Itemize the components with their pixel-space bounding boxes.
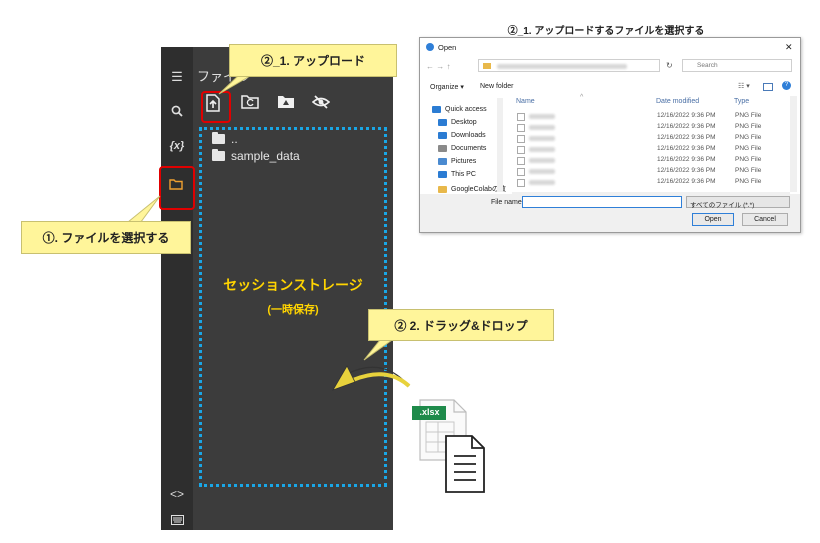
pc-icon xyxy=(438,171,447,178)
nav-item-desktop[interactable]: Desktop xyxy=(438,119,477,126)
refresh-icon[interactable]: ↻ xyxy=(666,61,673,70)
desktop-icon xyxy=(438,119,447,126)
nav-arrows-icon[interactable]: ← → ↑ xyxy=(426,62,450,71)
file-name-input[interactable] xyxy=(522,196,682,208)
dialog-title: Open xyxy=(438,43,457,52)
documents-icon xyxy=(438,145,447,152)
column-date[interactable]: Date modified xyxy=(656,98,699,105)
help-icon[interactable]: ? xyxy=(782,81,791,90)
open-button[interactable]: Open xyxy=(692,213,734,226)
nav-label: Downloads xyxy=(451,132,486,139)
star-icon xyxy=(432,106,441,113)
file-row[interactable]: 12/16/2022 9:36 PM PNG File xyxy=(517,145,787,155)
nav-item-this-pc[interactable]: This PC xyxy=(438,171,476,178)
file-date: 12/16/2022 9:36 PM xyxy=(657,178,716,185)
dialog-caption: ②_1. アップロードするファイルを選択する xyxy=(507,26,705,37)
file-date: 12/16/2022 9:36 PM xyxy=(657,134,716,141)
file-type-value: すべてのファイル (*.*) xyxy=(690,202,755,209)
callout-drag-drop: ② 2. ドラッグ&ドロップ xyxy=(368,309,554,341)
nav-item-colab-folder[interactable]: GoogleColabの教 xyxy=(438,184,506,194)
nav-item-documents[interactable]: Documents xyxy=(438,145,486,152)
file-date: 12/16/2022 9:36 PM xyxy=(657,167,716,174)
nav-label: Documents xyxy=(451,145,487,152)
nav-scrollbar[interactable] xyxy=(497,98,503,192)
callout-select-files: ①. ファイルを選択する xyxy=(21,221,191,254)
nav-item-pictures[interactable]: Pictures xyxy=(438,158,476,165)
file-date: 12/16/2022 9:36 PM xyxy=(657,112,716,119)
address-bar[interactable] xyxy=(478,59,660,72)
folder-icon xyxy=(438,185,447,193)
pictures-icon xyxy=(438,158,447,165)
callout-upload: ②_1. アップロード xyxy=(229,44,397,77)
file-type: PNG File xyxy=(735,178,762,185)
file-row[interactable]: 12/16/2022 9:36 PM PNG File xyxy=(517,167,787,177)
file-date: 12/16/2022 9:36 PM xyxy=(657,156,716,163)
xlsx-badge: .xlsx xyxy=(419,407,440,417)
file-name-label: File name: xyxy=(491,199,524,206)
nav-item-quick-access[interactable]: Quick access xyxy=(432,106,487,113)
search-placeholder: Search xyxy=(697,62,718,69)
file-row[interactable]: 12/16/2022 9:36 PM PNG File xyxy=(517,156,787,166)
organize-button[interactable]: Organize ▾ xyxy=(430,83,464,91)
file-list-scrollbar[interactable] xyxy=(790,96,797,192)
open-file-dialog: Open ✕ ← → ↑ ↻ Search Organize ▾ New fol… xyxy=(419,37,801,233)
file-type-select[interactable]: すべてのファイル (*.*) xyxy=(686,196,790,209)
new-folder-button[interactable]: New folder xyxy=(480,83,513,90)
file-row[interactable]: 12/16/2022 9:36 PM PNG File xyxy=(517,178,787,188)
download-icon xyxy=(438,132,447,139)
nav-label: Desktop xyxy=(451,119,477,126)
file-row[interactable]: 12/16/2022 9:36 PM PNG File xyxy=(517,134,787,144)
file-type: PNG File xyxy=(735,156,762,163)
file-type: PNG File xyxy=(735,134,762,141)
search-input[interactable]: Search xyxy=(682,59,792,72)
file-date: 12/16/2022 9:36 PM xyxy=(657,145,716,152)
nav-label: This PC xyxy=(451,171,476,178)
file-date: 12/16/2022 9:36 PM xyxy=(657,123,716,130)
file-type: PNG File xyxy=(735,167,762,174)
file-row[interactable]: 12/16/2022 9:36 PM PNG File xyxy=(517,123,787,133)
nav-label: Quick access xyxy=(445,106,487,113)
preview-pane-icon[interactable] xyxy=(763,83,773,91)
file-type: PNG File xyxy=(735,112,762,119)
file-type: PNG File xyxy=(735,145,762,152)
chrome-icon xyxy=(426,43,434,51)
nav-label: Pictures xyxy=(451,158,477,165)
view-options-icon[interactable]: ☷ ▾ xyxy=(738,82,750,90)
sort-icon: ^ xyxy=(580,94,584,101)
column-name[interactable]: Name xyxy=(516,98,535,105)
close-icon[interactable]: ✕ xyxy=(785,42,793,53)
nav-item-downloads[interactable]: Downloads xyxy=(438,132,486,139)
drag-arrow-icon xyxy=(332,365,411,391)
cancel-button[interactable]: Cancel xyxy=(742,213,788,226)
file-type: PNG File xyxy=(735,123,762,130)
column-type[interactable]: Type xyxy=(734,98,749,105)
file-row[interactable]: 12/16/2022 9:36 PM PNG File xyxy=(517,112,787,122)
